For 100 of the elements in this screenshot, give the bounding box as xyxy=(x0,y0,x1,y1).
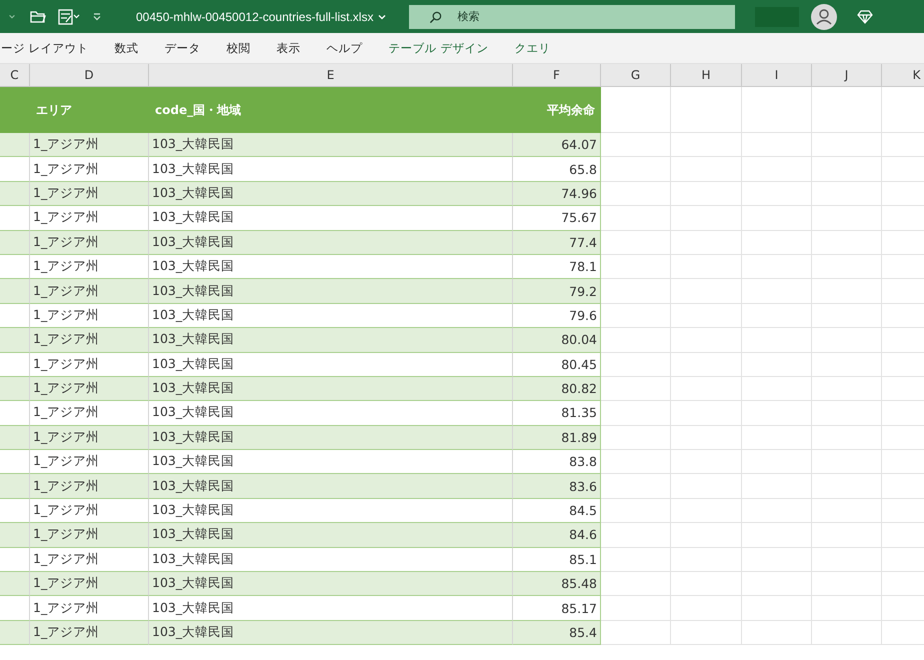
table-cell[interactable] xyxy=(601,498,671,524)
table-cell[interactable] xyxy=(812,474,882,499)
table-cell[interactable] xyxy=(671,474,742,499)
table-cell[interactable] xyxy=(742,474,812,499)
column-header[interactable]: H xyxy=(671,64,742,87)
table-cell[interactable] xyxy=(742,328,812,353)
table-cell[interactable] xyxy=(671,376,742,402)
table-cell[interactable] xyxy=(812,230,882,255)
table-cell[interactable] xyxy=(812,352,882,377)
table-cell[interactable] xyxy=(601,572,671,596)
table-cell[interactable] xyxy=(601,304,671,328)
table-cell[interactable] xyxy=(742,230,812,255)
table-cell[interactable] xyxy=(812,279,882,304)
table-cell[interactable] xyxy=(601,596,671,621)
column-header[interactable]: K xyxy=(882,64,924,87)
table-cell[interactable] xyxy=(601,133,671,158)
avatar-icon[interactable] xyxy=(811,4,838,30)
table-cell[interactable] xyxy=(671,133,742,158)
table-cell[interactable] xyxy=(671,206,742,231)
table-cell[interactable] xyxy=(812,206,882,231)
caret-down-icon[interactable] xyxy=(8,12,16,20)
table-cell[interactable] xyxy=(601,450,671,474)
table-cell[interactable] xyxy=(601,401,671,426)
table-cell[interactable] xyxy=(742,620,812,646)
table-cell[interactable] xyxy=(601,328,671,353)
table-cell[interactable] xyxy=(671,304,742,328)
table-cell[interactable] xyxy=(671,401,742,426)
table-cell[interactable] xyxy=(601,87,671,133)
customize-icon[interactable] xyxy=(92,12,102,22)
ribbon-tab[interactable]: データ xyxy=(156,40,209,56)
table-cell[interactable] xyxy=(742,157,812,182)
table-cell[interactable] xyxy=(812,523,882,548)
table-cell[interactable] xyxy=(742,304,812,328)
ribbon-tab[interactable]: 表示 xyxy=(268,40,309,56)
table-cell[interactable] xyxy=(601,254,671,280)
table-cell[interactable] xyxy=(742,401,812,426)
table-cell[interactable] xyxy=(812,596,882,621)
table-cell[interactable] xyxy=(671,596,742,621)
table-cell[interactable] xyxy=(812,157,882,182)
ribbon-tab[interactable]: 校閲 xyxy=(218,40,259,56)
table-cell[interactable] xyxy=(812,133,882,158)
table-cell[interactable] xyxy=(601,548,671,572)
table-cell[interactable] xyxy=(742,279,812,304)
column-header[interactable]: F xyxy=(513,64,601,87)
ribbon-tab[interactable]: ージ レイアウト xyxy=(0,40,97,56)
table-cell[interactable] xyxy=(742,572,812,596)
file-name-button[interactable]: 00450-mhlw-00450012-countries-full-list.xlsx xyxy=(136,10,388,24)
table-cell[interactable] xyxy=(742,206,812,231)
ribbon-tab[interactable]: ヘルプ xyxy=(318,40,371,56)
search-field[interactable]: 検索 xyxy=(409,4,736,28)
table-cell[interactable] xyxy=(601,230,671,255)
table-cell[interactable] xyxy=(812,548,882,572)
table-cell[interactable] xyxy=(601,206,671,231)
ribbon-tab[interactable]: クエリ xyxy=(506,40,558,56)
table-cell[interactable] xyxy=(601,352,671,377)
table-cell[interactable] xyxy=(742,523,812,548)
table-cell[interactable] xyxy=(742,133,812,158)
table-cell[interactable] xyxy=(742,596,812,621)
table-cell[interactable] xyxy=(742,376,812,402)
table-cell[interactable] xyxy=(601,279,671,304)
table-cell[interactable] xyxy=(601,182,671,206)
table-cell[interactable] xyxy=(671,182,742,206)
table-cell[interactable] xyxy=(671,572,742,596)
table-cell[interactable] xyxy=(671,450,742,474)
table-cell[interactable] xyxy=(742,254,812,280)
table-cell[interactable] xyxy=(742,498,812,524)
table-cell[interactable] xyxy=(671,87,742,133)
table-cell[interactable] xyxy=(812,182,882,206)
table-cell[interactable] xyxy=(671,230,742,255)
table-cell[interactable] xyxy=(812,498,882,524)
folder-icon[interactable] xyxy=(30,10,46,24)
ribbon-tab[interactable]: 数式 xyxy=(106,40,147,56)
table-cell[interactable] xyxy=(742,87,812,133)
table-cell[interactable] xyxy=(671,279,742,304)
column-header[interactable]: I xyxy=(742,64,812,87)
table-cell[interactable] xyxy=(601,157,671,182)
table-cell[interactable] xyxy=(671,254,742,280)
table-cell[interactable] xyxy=(812,376,882,402)
column-header[interactable]: D xyxy=(30,64,149,87)
table-cell[interactable] xyxy=(742,352,812,377)
column-header[interactable]: G xyxy=(601,64,671,87)
table-cell[interactable] xyxy=(671,498,742,524)
table-cell[interactable] xyxy=(671,426,742,450)
column-header[interactable]: E xyxy=(149,64,513,87)
table-cell[interactable] xyxy=(601,620,671,646)
table-cell[interactable] xyxy=(742,450,812,474)
table-cell[interactable] xyxy=(812,87,882,133)
table-cell[interactable] xyxy=(671,523,742,548)
table-cell[interactable] xyxy=(671,620,742,646)
table-cell[interactable] xyxy=(812,572,882,596)
table-cell[interactable] xyxy=(742,182,812,206)
table-cell[interactable] xyxy=(812,401,882,426)
table-cell[interactable] xyxy=(742,426,812,450)
table-cell[interactable] xyxy=(601,426,671,450)
table-cell[interactable] xyxy=(601,376,671,402)
table-cell[interactable] xyxy=(812,450,882,474)
table-cell[interactable] xyxy=(601,523,671,548)
table-cell[interactable] xyxy=(671,548,742,572)
ribbon-tab[interactable]: テーブル デザイン xyxy=(380,40,496,56)
table-cell[interactable] xyxy=(671,157,742,182)
